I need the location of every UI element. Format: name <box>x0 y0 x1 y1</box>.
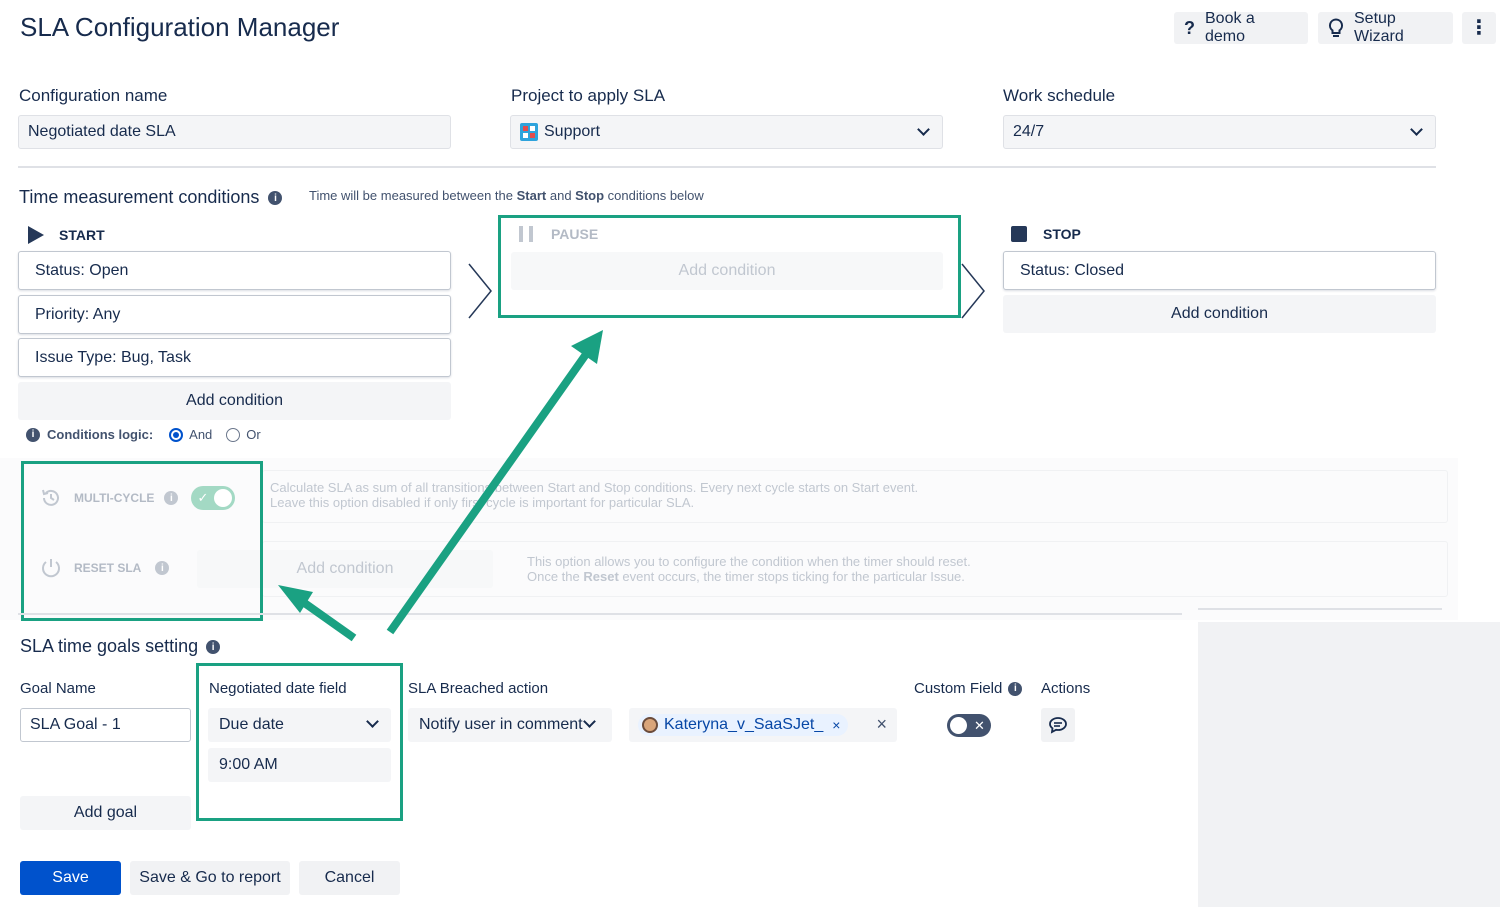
start-condition-status[interactable]: Status: Open <box>18 251 451 290</box>
remove-tag-icon[interactable]: × <box>832 717 840 733</box>
config-name-value: Negotiated date SLA <box>28 123 176 140</box>
stop-condition-status[interactable]: Status: Closed <box>1003 251 1436 290</box>
pause-add-condition-button[interactable]: Add condition <box>511 252 943 290</box>
time-conditions-title: Time measurement conditions i <box>19 187 283 208</box>
pause-icon <box>519 226 533 242</box>
project-icon <box>520 123 538 141</box>
breached-action-select[interactable]: Notify user in comment <box>408 708 612 742</box>
stop-header: STOP <box>1011 226 1081 242</box>
config-name-label: Configuration name <box>19 86 168 105</box>
arrow-right-icon <box>961 263 985 319</box>
more-menu-button[interactable]: ⋮ <box>1462 12 1496 44</box>
reset-description: This option allows you to configure the … <box>527 554 971 584</box>
radio-or[interactable] <box>226 427 241 442</box>
goal-name-input[interactable]: SLA Goal - 1 <box>20 708 191 742</box>
avatar <box>642 717 658 733</box>
side-panel <box>1198 622 1500 907</box>
info-icon: i <box>1008 681 1023 696</box>
user-tag[interactable]: Kateryna_v_SaaSJet_ × <box>638 714 849 736</box>
col-goal-name: Goal Name <box>20 680 96 697</box>
custom-field-toggle[interactable]: ✕ <box>947 714 991 737</box>
divider <box>18 613 1182 615</box>
config-name-input[interactable]: Negotiated date SLA <box>18 115 451 149</box>
options-highlight <box>21 461 263 621</box>
question-icon: ? <box>1184 17 1195 38</box>
info-icon: i <box>26 427 40 442</box>
multicycle-description: Calculate SLA as sum of all transitions … <box>270 480 919 510</box>
save-go-report-button[interactable]: Save & Go to report <box>130 861 290 895</box>
breached-action-value: Notify user in comment <box>419 716 583 733</box>
info-icon: i <box>206 640 221 655</box>
clear-icon[interactable]: × <box>876 714 887 735</box>
start-header: START <box>28 226 105 244</box>
time-conditions-hint: Time will be measured between the Start … <box>309 188 704 203</box>
user-tag-label: Kateryna_v_SaaSJet_ <box>664 716 824 733</box>
comment-icon <box>1048 716 1068 734</box>
play-icon <box>28 226 44 244</box>
cancel-button[interactable]: Cancel <box>299 861 400 895</box>
start-add-condition-button[interactable]: Add condition <box>18 382 451 420</box>
schedule-label: Work schedule <box>1003 86 1116 105</box>
stop-add-condition-button[interactable]: Add condition <box>1003 295 1436 333</box>
page-title: SLA Configuration Manager <box>20 12 340 42</box>
start-condition-priority[interactable]: Priority: Any <box>18 295 451 334</box>
schedule-value: 24/7 <box>1013 123 1045 140</box>
goal-name-value: SLA Goal - 1 <box>30 716 121 733</box>
col-actions: Actions <box>1041 680 1091 697</box>
conditions-logic: i Conditions logic: And Or <box>26 427 261 442</box>
project-label: Project to apply SLA <box>511 86 666 105</box>
radio-or-label: Or <box>246 427 261 442</box>
setup-wizard-label: Setup Wizard <box>1354 10 1404 45</box>
schedule-select[interactable]: 24/7 <box>1003 115 1436 149</box>
user-picker[interactable]: Kateryna_v_SaaSJet_ × × <box>629 708 897 742</box>
info-icon: i <box>268 191 283 206</box>
chevron-down-icon <box>583 715 596 728</box>
col-breached: SLA Breached action <box>408 680 549 697</box>
save-button[interactable]: Save <box>20 861 121 895</box>
setup-wizard-button[interactable]: Setup Wizard <box>1318 10 1453 45</box>
close-icon: ✕ <box>974 717 985 733</box>
add-goal-button[interactable]: Add goal <box>20 796 191 830</box>
divider <box>1198 608 1442 610</box>
start-condition-issue-type[interactable]: Issue Type: Bug, Task <box>18 338 451 377</box>
chevron-down-icon <box>917 123 930 136</box>
chevron-down-icon <box>1410 123 1423 136</box>
arrow-right-icon <box>468 263 492 319</box>
col-custom-field: Custom Field i <box>914 680 1023 697</box>
stop-icon <box>1011 226 1027 242</box>
lightbulb-icon <box>1328 18 1344 38</box>
project-select[interactable]: Support <box>510 115 943 149</box>
more-vertical-icon: ⋮ <box>1469 17 1489 39</box>
book-demo-button[interactable]: ? Book a demo <box>1174 10 1308 45</box>
goals-title: SLA time goals setting i <box>20 636 221 657</box>
project-value: Support <box>544 123 601 140</box>
radio-and-label: And <box>189 427 213 442</box>
negotiated-highlight <box>196 663 403 821</box>
comment-action-button[interactable] <box>1041 708 1075 742</box>
radio-and[interactable] <box>169 427 184 442</box>
book-demo-label: Book a demo <box>1205 10 1255 45</box>
divider <box>18 166 1436 168</box>
pause-header: PAUSE <box>519 226 598 242</box>
